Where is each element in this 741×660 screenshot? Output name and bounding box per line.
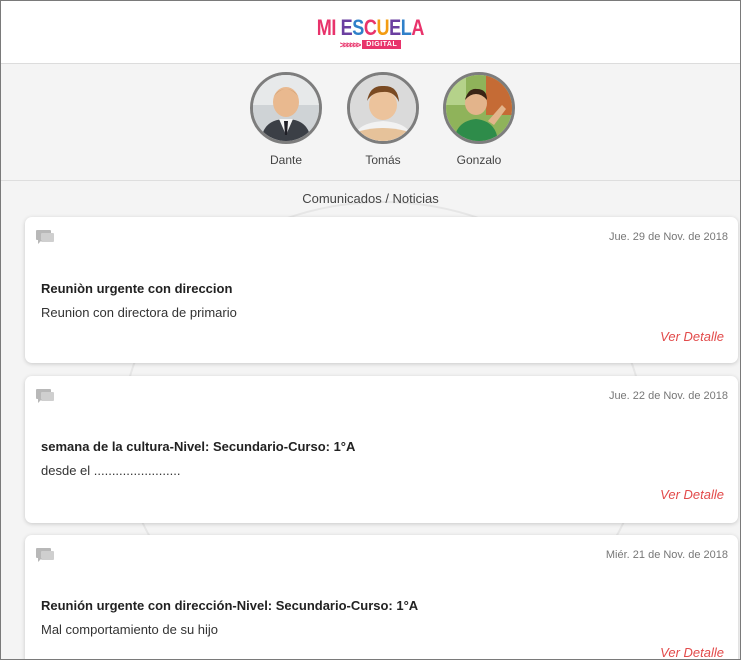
avatar[interactable]	[250, 72, 322, 144]
news-card[interactable]: Miér. 21 de Nov. de 2018 Reunión urgente…	[25, 535, 738, 659]
app-logo[interactable]: MI ESCUELA >>>>>> DIGITAL	[305, 14, 436, 50]
news-title: Reunión urgente con dirección-Nivel: Sec…	[41, 598, 419, 613]
logo-wordmark: MI ESCUELA	[316, 14, 425, 40]
news-title: Reuniòn urgente con direccion	[41, 281, 233, 296]
app-frame: MI ESCUELA >>>>>> DIGITAL Dante Tomás Go…	[0, 0, 741, 660]
chat-bubble-icon	[36, 548, 54, 562]
avatar[interactable]	[347, 72, 419, 144]
view-detail-link[interactable]: Ver Detalle	[660, 645, 724, 659]
logo-chevrons: >>>>>>	[339, 39, 362, 50]
news-card[interactable]: Jue. 22 de Nov. de 2018 semana de la cul…	[25, 376, 738, 523]
child-tomas[interactable]: Tomás	[343, 72, 423, 167]
news-body: Reunion con directora de primario	[41, 305, 237, 320]
app-header: MI ESCUELA >>>>>> DIGITAL	[1, 1, 740, 64]
news-body: Mal comportamiento de su hijo	[41, 622, 219, 637]
news-date: Jue. 29 de Nov. de 2018	[608, 231, 728, 243]
news-card[interactable]: Jue. 29 de Nov. de 2018 Reuniòn urgente …	[25, 217, 738, 363]
view-detail-link[interactable]: Ver Detalle	[660, 329, 724, 344]
logo-subtitle: >>>>>> DIGITAL	[340, 40, 402, 50]
chat-bubble-icon	[36, 230, 54, 244]
child-photo-dante	[253, 75, 319, 141]
child-name: Dante	[269, 153, 303, 167]
avatar[interactable]	[443, 72, 515, 144]
child-photo-gonzalo	[446, 75, 512, 141]
news-title: semana de la cultura-Nivel: Secundario-C…	[41, 439, 356, 454]
logo-digital-tag: DIGITAL	[362, 40, 402, 49]
child-dante[interactable]: Dante	[246, 72, 326, 167]
child-name: Tomás	[365, 153, 401, 167]
news-date: Jue. 22 de Nov. de 2018	[608, 390, 728, 402]
child-photo-tomas	[350, 75, 416, 141]
section-title: Comunicados / Noticias	[302, 191, 439, 206]
child-name: Gonzalo	[456, 153, 502, 167]
news-date: Miér. 21 de Nov. de 2018	[605, 549, 728, 561]
view-detail-link[interactable]: Ver Detalle	[660, 487, 724, 502]
chat-bubble-icon	[36, 389, 54, 403]
news-body: desde el ........................	[41, 463, 181, 478]
children-selector: Dante Tomás Gonzalo	[1, 64, 740, 181]
child-gonzalo[interactable]: Gonzalo	[439, 72, 519, 167]
